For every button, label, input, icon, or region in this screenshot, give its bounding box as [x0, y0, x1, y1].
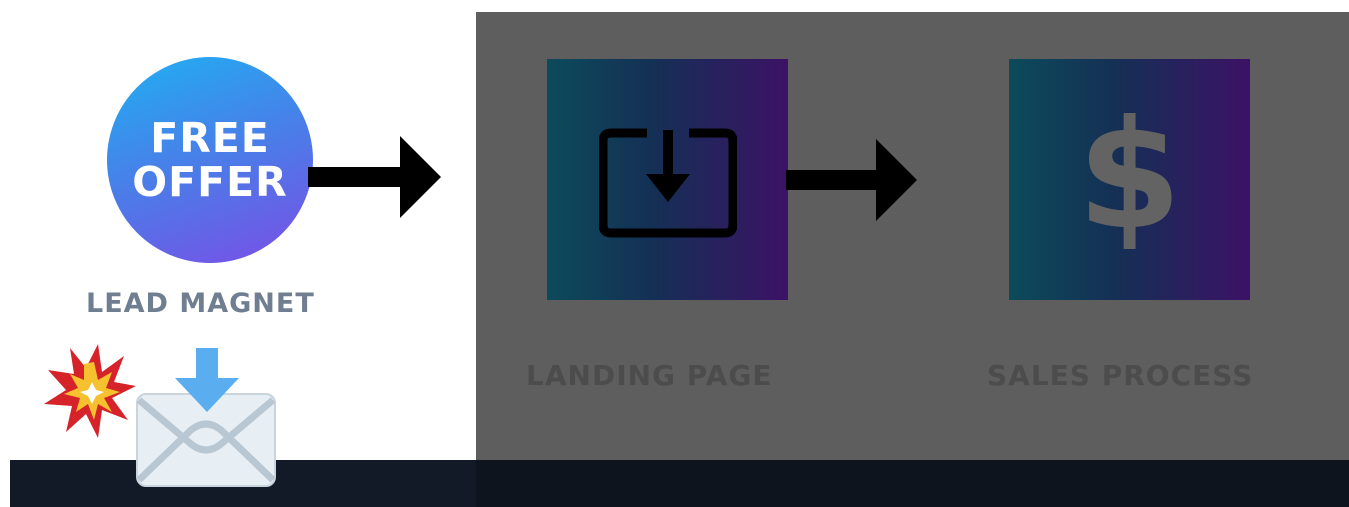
lead-magnet-caption: LEAD MAGNET	[86, 288, 315, 319]
bottom-bar-dim	[476, 460, 1349, 507]
free-offer-badge: FREE OFFER	[107, 57, 313, 263]
download-tray-icon	[599, 128, 737, 238]
dollar-icon: $	[1077, 89, 1182, 263]
explosion-icon	[44, 344, 136, 438]
badge-line-2: OFFER	[132, 158, 288, 206]
badge-line-1: FREE	[150, 114, 270, 162]
arrow-right-icon	[786, 139, 917, 221]
incoming-envelope-icon	[136, 348, 276, 487]
landing-page-caption: LANDING PAGE	[526, 359, 773, 392]
arrow-right-icon	[308, 136, 441, 218]
sales-process-caption: SALES PROCESS	[987, 359, 1254, 392]
